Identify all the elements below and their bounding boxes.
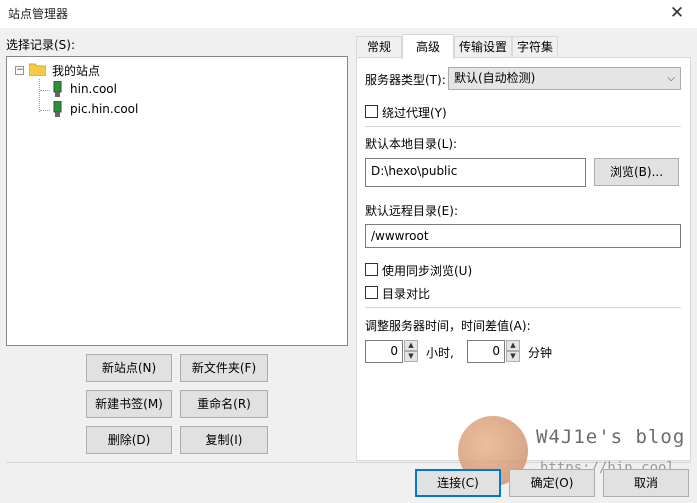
dir-compare-label: 目录对比	[382, 287, 431, 301]
minutes-value: 0	[492, 344, 500, 358]
hours-stepper[interactable]: 0	[365, 340, 403, 363]
bypass-proxy-checkbox[interactable]	[365, 105, 378, 118]
site-tree[interactable]: − 我的站点 hin.cool pic.hin.cool	[6, 56, 348, 346]
new-folder-button[interactable]: 新文件夹(F)	[180, 354, 268, 382]
local-dir-input[interactable]: D:\hexo\public	[365, 158, 586, 187]
new-bookmark-button[interactable]: 新建书签(M)	[86, 390, 172, 418]
tree-item-site[interactable]: pic.hin.cool	[70, 102, 138, 116]
server-type-label: 服务器类型(T):	[365, 73, 446, 87]
down-arrow-icon[interactable]: ▼	[506, 351, 520, 362]
browse-button[interactable]: 浏览(B)...	[594, 158, 679, 186]
tree-connector	[40, 90, 50, 91]
tab-advanced[interactable]: 高级	[402, 34, 454, 59]
window-title: 站点管理器	[8, 7, 69, 21]
delete-button[interactable]: 删除(D)	[86, 426, 172, 454]
cancel-button[interactable]: 取消	[603, 469, 689, 497]
select-record-label: 选择记录(S):	[6, 38, 76, 52]
tree-root-my-sites[interactable]: 我的站点	[52, 62, 100, 79]
hours-unit-label: 小时,	[426, 346, 454, 360]
sync-browse-label: 使用同步浏览(U)	[382, 264, 473, 278]
divider	[365, 307, 681, 308]
ok-button[interactable]: 确定(O)	[509, 469, 595, 497]
copy-button[interactable]: 复制(I)	[180, 426, 268, 454]
sync-browse-checkbox[interactable]	[365, 263, 378, 276]
hours-value: 0	[390, 344, 398, 358]
watermark-text: W4J1e's blog	[536, 426, 686, 448]
minutes-unit-label: 分钟	[528, 346, 553, 360]
tree-connector	[40, 110, 50, 111]
server-icon	[53, 81, 62, 97]
remote-dir-input[interactable]: /wwwroot	[365, 224, 681, 248]
time-adjust-label: 调整服务器时间，时间差值(A):	[365, 319, 531, 333]
close-icon[interactable]: ✕	[657, 0, 697, 28]
chevron-down-icon: ⌵	[667, 73, 675, 84]
divider	[365, 126, 681, 127]
title-bar: 站点管理器 ✕	[0, 0, 697, 28]
collapse-icon[interactable]: −	[15, 66, 24, 75]
tab-charset[interactable]: 字符集	[512, 36, 558, 58]
hours-spin-buttons[interactable]: ▲ ▼	[404, 340, 418, 363]
bypass-proxy-label: 绕过代理(Y)	[382, 106, 447, 120]
minutes-stepper[interactable]: 0	[467, 340, 505, 363]
tree-item-site[interactable]: hin.cool	[70, 82, 117, 96]
remote-dir-label: 默认远程目录(E):	[365, 204, 458, 218]
advanced-panel: 服务器类型(T): 默认(自动检测) ⌵ 绕过代理(Y) 默认本地目录(L): …	[356, 57, 691, 461]
up-arrow-icon[interactable]: ▲	[506, 340, 520, 351]
tab-transfer-settings[interactable]: 传输设置	[454, 36, 512, 58]
local-dir-label: 默认本地目录(L):	[365, 137, 458, 151]
rename-button[interactable]: 重命名(R)	[180, 390, 268, 418]
minutes-spin-buttons[interactable]: ▲ ▼	[506, 340, 520, 363]
tab-general[interactable]: 常规	[356, 36, 402, 58]
server-type-value: 默认(自动检测)	[454, 71, 536, 85]
new-site-button[interactable]: 新站点(N)	[86, 354, 172, 382]
server-type-select[interactable]: 默认(自动检测) ⌵	[448, 67, 681, 90]
server-icon	[53, 101, 62, 117]
up-arrow-icon[interactable]: ▲	[404, 340, 418, 351]
tree-connector	[39, 79, 40, 112]
connect-button[interactable]: 连接(C)	[415, 469, 501, 497]
down-arrow-icon[interactable]: ▼	[404, 351, 418, 362]
folder-icon	[29, 63, 46, 76]
dir-compare-checkbox[interactable]	[365, 286, 378, 299]
